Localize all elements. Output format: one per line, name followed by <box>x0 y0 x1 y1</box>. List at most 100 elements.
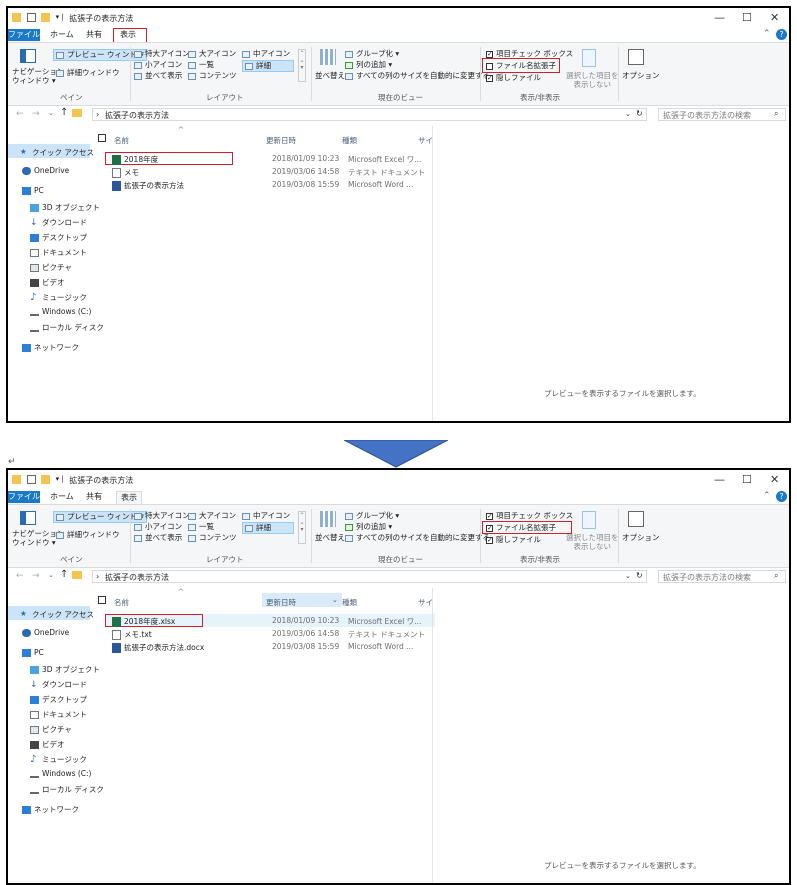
item-checkbox-toggle[interactable]: ✓ 項目チェック ボックス <box>486 511 573 521</box>
sort-button[interactable]: 並べ替え <box>315 71 345 81</box>
layout-medium-icons[interactable]: 中アイコン <box>242 49 290 59</box>
select-all-checkbox[interactable] <box>98 134 106 142</box>
list-item[interactable]: メモ.txt <box>112 629 152 640</box>
layout-tiles[interactable]: 並べて表示 <box>134 71 182 81</box>
layout-list[interactable]: 一覧 <box>188 60 214 70</box>
recent-locations-icon[interactable]: ⌄ <box>48 571 54 579</box>
details-pane-button[interactable]: 詳細ウィンドウ <box>56 68 120 78</box>
layout-large-icons[interactable]: 大アイコン <box>188 49 236 59</box>
nav-item-documents[interactable]: ドキュメント <box>30 247 87 258</box>
column-header-size[interactable]: サイ <box>418 597 433 608</box>
fit-columns-button[interactable]: すべての列のサイズを自動的に変更する <box>345 533 490 543</box>
add-columns-button[interactable]: 列の追加 ▾ <box>345 60 392 70</box>
layout-details[interactable]: 詳細 <box>242 60 294 72</box>
new-folder-icon[interactable] <box>41 475 51 484</box>
list-item[interactable]: 2018年度 <box>112 154 158 165</box>
nav-item-network[interactable]: ネットワーク <box>22 342 79 353</box>
forward-icon[interactable]: → <box>32 109 40 119</box>
nav-item-windows-c[interactable]: Windows (C:) <box>30 769 91 778</box>
nav-item-videos[interactable]: ビデオ <box>30 277 65 288</box>
checkbox-icon[interactable]: ✓ <box>486 512 493 520</box>
breadcrumb[interactable]: 拡張子の表示方法 <box>105 110 169 121</box>
nav-item-pictures[interactable]: ピクチャ <box>30 724 72 735</box>
column-dropdown-icon[interactable]: ⌄ <box>332 596 338 604</box>
nav-item-downloads[interactable]: ↓ ダウンロード <box>30 217 87 228</box>
address-box[interactable]: › 拡張子の表示方法 ⌄ ↻ <box>92 570 647 583</box>
group-by-button[interactable]: グループ化 ▾ <box>345 511 399 521</box>
minimize-button[interactable]: — <box>714 473 725 486</box>
layout-small-icons[interactable]: 小アイコン <box>134 522 182 532</box>
layout-tiles[interactable]: 並べて表示 <box>134 533 182 543</box>
customize-toolbar-icon[interactable]: ▾ | <box>56 475 64 483</box>
maximize-button[interactable]: ☐ <box>742 473 752 486</box>
layout-content[interactable]: コンテンツ <box>188 71 237 81</box>
new-folder-icon[interactable] <box>41 13 51 22</box>
options-button[interactable]: オプション <box>622 71 660 81</box>
nav-item-3d[interactable]: 3D オブジェクト <box>30 664 100 675</box>
tab-view[interactable]: 表示 <box>116 491 142 504</box>
nav-item-windows-c[interactable]: Windows (C:) <box>30 307 91 316</box>
list-item[interactable]: 2018年度.xlsx <box>112 616 175 627</box>
up-icon[interactable]: ↑ <box>60 569 68 580</box>
layout-details[interactable]: 詳細 <box>242 522 294 534</box>
nav-item-documents[interactable]: ドキュメント <box>30 709 87 720</box>
up-icon[interactable]: ↑ <box>60 107 68 118</box>
help-icon[interactable]: ? <box>776 29 787 40</box>
layout-scroll[interactable]: ⌃ ⌄ ▾ <box>298 49 306 82</box>
close-button[interactable]: ✕ <box>770 11 779 24</box>
nav-item-pc[interactable]: PC <box>22 648 44 657</box>
nav-item-onedrive[interactable]: OneDrive <box>22 166 69 175</box>
column-header-date[interactable]: 更新日時 <box>266 597 296 608</box>
layout-medium-icons[interactable]: 中アイコン <box>242 511 290 521</box>
options-button[interactable]: オプション <box>622 533 660 543</box>
nav-item-pictures[interactable]: ピクチャ <box>30 262 72 273</box>
recent-locations-icon[interactable]: ⌄ <box>48 109 54 117</box>
checkbox-icon[interactable]: ✓ <box>486 536 493 544</box>
search-icon[interactable]: ⌕ <box>774 109 778 119</box>
nav-item-downloads[interactable]: ↓ ダウンロード <box>30 679 87 690</box>
help-icon[interactable]: ? <box>776 491 787 502</box>
tab-share[interactable]: 共有 <box>82 29 106 41</box>
layout-list[interactable]: 一覧 <box>188 522 214 532</box>
nav-item-quick-access[interactable]: ★ クイック アクセス <box>8 144 94 158</box>
search-input[interactable]: 拡張子の表示方法の検索 ⌕ <box>658 570 786 583</box>
column-header-size[interactable]: サイ <box>418 135 433 146</box>
close-button[interactable]: ✕ <box>770 473 779 486</box>
maximize-button[interactable]: ☐ <box>742 11 752 24</box>
collapse-ribbon-icon[interactable]: ⌃ <box>763 29 771 39</box>
hide-selected-button[interactable]: 選択した項目を 表示しない <box>566 533 619 551</box>
add-columns-button[interactable]: 列の追加 ▾ <box>345 522 392 532</box>
collapse-ribbon-icon[interactable]: ⌃ <box>763 491 771 501</box>
properties-icon[interactable] <box>26 13 36 22</box>
tab-home[interactable]: ホーム <box>46 491 78 503</box>
details-pane-button[interactable]: 詳細ウィンドウ <box>56 530 120 540</box>
layout-small-icons[interactable]: 小アイコン <box>134 60 182 70</box>
nav-item-quick-access[interactable]: ★ クイック アクセス <box>8 606 94 620</box>
nav-item-desktop[interactable]: デスクトップ <box>30 232 87 243</box>
back-icon[interactable]: ← <box>16 109 24 119</box>
tab-share[interactable]: 共有 <box>82 491 106 503</box>
layout-content[interactable]: コンテンツ <box>188 533 237 543</box>
hidden-files-toggle[interactable]: ✓ 隠しファイル <box>486 535 541 545</box>
breadcrumb[interactable]: 拡張子の表示方法 <box>105 572 169 583</box>
tab-file[interactable]: ファイル <box>8 491 40 503</box>
nav-item-3d[interactable]: 3D オブジェクト <box>30 202 100 213</box>
checkbox-icon[interactable]: ✓ <box>486 74 493 82</box>
column-header-name[interactable]: 名前 <box>114 135 129 146</box>
search-icon[interactable]: ⌕ <box>774 571 778 581</box>
nav-item-videos[interactable]: ビデオ <box>30 739 65 750</box>
refresh-icon[interactable]: ↻ <box>636 109 643 118</box>
list-item[interactable]: 拡張子の表示方法 <box>112 180 184 191</box>
nav-item-network[interactable]: ネットワーク <box>22 804 79 815</box>
layout-xlarge-icons[interactable]: 特大アイコン <box>134 49 190 59</box>
column-header-type[interactable]: 種類 <box>342 597 357 608</box>
sort-button[interactable]: 並べ替え <box>315 533 345 543</box>
nav-item-music[interactable]: ♪ ミュージック <box>30 754 87 765</box>
hide-selected-button[interactable]: 選択した項目を 表示しない <box>566 71 619 89</box>
search-input[interactable]: 拡張子の表示方法の検索 ⌕ <box>658 108 786 121</box>
nav-item-local-disk[interactable]: ローカル ディスク <box>30 322 104 333</box>
refresh-icon[interactable]: ↻ <box>636 571 643 580</box>
forward-icon[interactable]: → <box>32 571 40 581</box>
address-dropdown-icon[interactable]: ⌄ <box>625 572 631 580</box>
layout-large-icons[interactable]: 大アイコン <box>188 511 236 521</box>
